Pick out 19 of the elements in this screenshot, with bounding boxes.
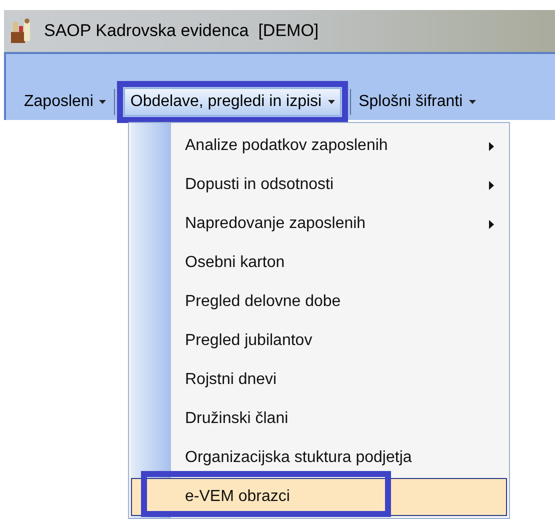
menu-item[interactable]: Analize podatkov zaposlenih <box>131 127 507 165</box>
dropdown-caret-icon <box>468 100 476 104</box>
submenu-arrow-icon <box>489 180 494 190</box>
menu-item[interactable]: Družinski člani <box>131 400 507 438</box>
menu-item[interactable]: Dopusti in odsotnosti <box>131 166 507 204</box>
menu-bar-item[interactable]: Zaposleni <box>18 88 112 116</box>
dropdown-caret-icon <box>328 100 335 104</box>
menu-bar-item[interactable]: Splošni šifranti <box>352 88 482 116</box>
submenu-arrow-icon <box>489 142 494 150</box>
menu-item[interactable]: Pregled jubilantov <box>131 322 507 360</box>
menu-bar-item[interactable]: Obdelave, pregledi in izpisi <box>124 88 341 116</box>
dropdown-caret-icon <box>99 100 106 104</box>
window-title: SAOP Kadrovska evidenca [DEMO] <box>44 20 319 42</box>
menu-item[interactable]: Napredovanje zaposlenih <box>131 205 507 243</box>
submenu-arrow-icon <box>489 220 494 228</box>
menu-item[interactable]: Pregled delovne dobe <box>131 283 507 321</box>
menu-item[interactable]: Organizacijska stuktura podjetja <box>131 439 507 477</box>
menu-item[interactable]: Rojstni dnevi <box>131 361 507 399</box>
menu-item[interactable]: Osebni karton <box>131 244 507 282</box>
